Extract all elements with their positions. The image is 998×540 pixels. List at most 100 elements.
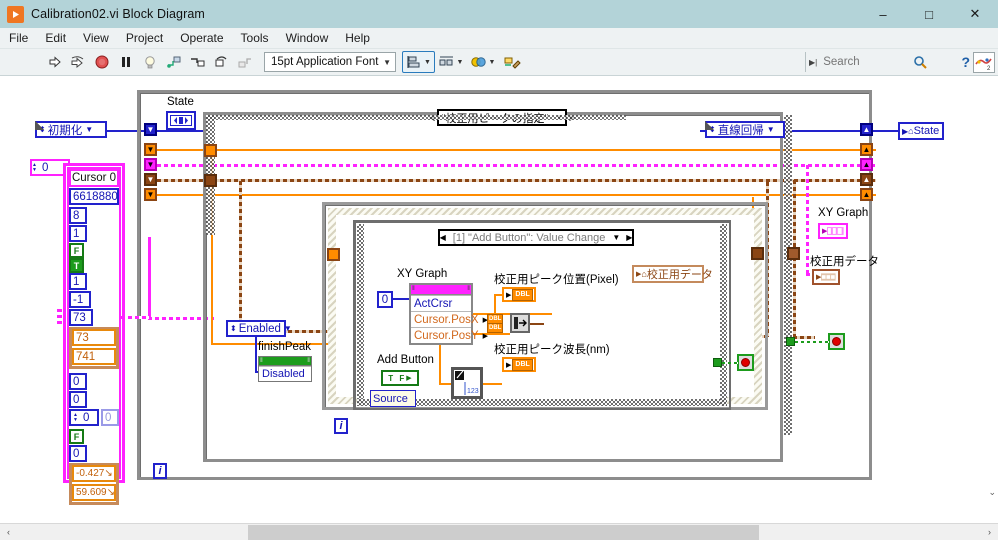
peak-pixel-dbl-terminal[interactable]: ▶ DBL [502, 287, 536, 302]
xygraph-prop-actcrsr[interactable]: ActCrsr [411, 295, 471, 311]
menu-operate[interactable]: Operate [172, 29, 231, 48]
cluster-orange-row-2[interactable]: -0.427↘ [72, 465, 116, 482]
cluster-bool-false[interactable]: F [69, 243, 84, 258]
cluster-row-5[interactable]: 73 [69, 309, 93, 326]
event-source-terminal[interactable]: Source [370, 390, 416, 407]
menu-edit[interactable]: Edit [37, 29, 74, 48]
finishpeak-property-row[interactable]: Disabled [259, 366, 311, 381]
regression-enum-constant[interactable]: ⬍ 直線回帰 ▼ [705, 121, 785, 138]
cluster-row-0[interactable]: 6618880 [69, 188, 119, 205]
reorder-icon[interactable]: ▼ [469, 52, 497, 73]
cluster-spin-constant[interactable]: ▲ ▼ 0 [69, 409, 99, 426]
shift-register-state-right[interactable] [860, 123, 873, 136]
case-tunnel-orange-bottom-left[interactable] [327, 248, 340, 261]
outer-loop-iteration-terminal[interactable]: i [153, 463, 167, 479]
case-tunnel-brown-inner[interactable] [751, 247, 764, 260]
tunnel-pink-left[interactable] [144, 158, 157, 171]
cluster-bool-true[interactable]: T [69, 258, 84, 273]
state-indicator-terminal[interactable]: ▶ ⌂ State [898, 122, 944, 140]
highlight-execution-button[interactable] [139, 52, 161, 73]
peak-wavelength-dbl-terminal[interactable]: ▶ DBL [502, 357, 536, 372]
event-prev-arrow-icon[interactable]: ◀ [437, 233, 449, 242]
xygraph-property-node[interactable]: ⦀ ⦀ ActCrsr Cursor.PosX ▶ Cursor.PosY ▶ [409, 283, 488, 345]
xygraph-prop-cursorposx[interactable]: Cursor.PosX ▶ [411, 311, 488, 327]
step-out-button[interactable] [235, 52, 257, 73]
scroll-down-arrow-icon[interactable]: ⌄ [988, 487, 996, 498]
tunnel-orange-right-1[interactable] [860, 143, 873, 156]
pause-button[interactable] [115, 52, 137, 73]
scroll-right-arrow-icon[interactable]: › [981, 524, 998, 540]
menu-project[interactable]: Project [118, 29, 171, 48]
scrollbar-track[interactable] [17, 524, 981, 540]
stop-tunnel-1[interactable] [713, 358, 722, 367]
xygraph-right-terminal[interactable]: ▶ [818, 223, 848, 239]
tunnel-brown-right[interactable] [860, 173, 873, 186]
stop-boolean-constant-1[interactable] [737, 354, 754, 371]
event-next-arrow-icon[interactable]: ▶ [623, 233, 635, 242]
menu-view[interactable]: View [75, 29, 117, 48]
distribute-objects-icon[interactable]: ▼ [437, 52, 465, 73]
menu-help[interactable]: Help [337, 29, 378, 48]
case-tunnel-orange-left[interactable] [204, 144, 217, 157]
context-help-icon[interactable]: ? [961, 54, 970, 70]
align-objects-icon[interactable]: ▼ [406, 55, 431, 70]
cluster-row-1[interactable]: 8 [69, 207, 87, 224]
cluster-row-6[interactable]: 0 [69, 373, 87, 390]
finishpeak-property-node[interactable]: ⦀ ⦀ Disabled [258, 356, 312, 382]
tunnel-orange-right-2[interactable] [860, 188, 873, 201]
block-diagram-canvas[interactable]: ◀ "校正用ピークの指定" ▼ ▶ ◀ [1] "Add Button": Va… [0, 77, 998, 517]
search-input[interactable] [821, 55, 914, 69]
run-continuously-button[interactable] [67, 52, 89, 73]
font-selector[interactable]: 15pt Application Font ▼ [264, 52, 396, 72]
cluster-row-2[interactable]: 1 [69, 225, 87, 242]
stop-tunnel-2[interactable] [786, 337, 795, 346]
chevron-down-icon[interactable]: ▼ [609, 233, 623, 242]
retain-wire-values-button[interactable] [163, 52, 185, 73]
cluster-row-8[interactable]: 0 [69, 445, 87, 462]
state-enum-control-terminal[interactable] [166, 111, 196, 130]
align-objects-group[interactable]: ▼ [402, 51, 435, 73]
step-over-button[interactable] [211, 52, 233, 73]
tunnel-orange-left-2[interactable] [144, 188, 157, 201]
menu-window[interactable]: Window [278, 29, 337, 48]
calib-data-right-terminal[interactable]: ▶ [812, 269, 840, 285]
cluster-bool-false-2[interactable]: F [69, 429, 84, 444]
tunnel-brown-left[interactable] [144, 173, 157, 186]
active-cursor-constant[interactable]: 0 [377, 291, 393, 308]
scrollbar-thumb[interactable] [248, 524, 760, 540]
cluster-orange-row-1[interactable]: 741 [72, 348, 116, 365]
bundle-cluster-node[interactable] [510, 313, 530, 333]
add-button-terminal[interactable]: T F ▶ [381, 370, 419, 386]
case-tunnel-brown-left[interactable] [204, 174, 217, 187]
ni-badge-icon[interactable]: 2 [973, 52, 995, 73]
clean-up-diagram-icon[interactable] [500, 52, 526, 73]
event-selector-label[interactable]: ◀ [1] "Add Button": Value Change ▼ ▶ [438, 229, 634, 246]
inner-loop-iteration-terminal[interactable]: i [334, 418, 348, 434]
tunnel-orange-left-1[interactable] [144, 143, 157, 156]
minimize-button[interactable]: – [860, 0, 906, 28]
abort-execution-button[interactable] [91, 52, 113, 73]
calib-data-property-node[interactable]: ▶ ⌂ 校正用データ [632, 265, 713, 283]
horizontal-scrollbar[interactable]: ‹ › [0, 523, 998, 540]
cluster-orange-row-3[interactable]: 59.609↘ [72, 484, 116, 501]
scroll-left-arrow-icon[interactable]: ‹ [0, 524, 17, 540]
cluster-row-4[interactable]: -1 [69, 291, 91, 308]
maximize-button[interactable]: □ [906, 0, 952, 28]
init-state-enum-constant[interactable]: ⬍ 初期化 ▼ [35, 121, 107, 138]
string-to-number-node[interactable]: 123 [451, 367, 483, 399]
shift-register-state-left[interactable] [144, 123, 157, 136]
case-tunnel-brown-right[interactable] [787, 247, 800, 260]
step-into-button[interactable] [187, 52, 209, 73]
cluster-row-3[interactable]: 1 [69, 273, 87, 290]
cluster-row-7[interactable]: 0 [69, 391, 87, 408]
cluster-orange-row-0[interactable]: 73 [72, 329, 116, 346]
tunnel-pink-right[interactable] [860, 158, 873, 171]
enabled-enum-constant[interactable]: ⬍ Enabled ▼ [226, 320, 292, 337]
stop-boolean-constant-2[interactable] [828, 333, 845, 350]
search-box[interactable]: ▶| [805, 52, 950, 72]
menu-tools[interactable]: Tools [233, 29, 277, 48]
close-button[interactable]: ✕ [952, 0, 998, 28]
xygraph-prop-cursorposy[interactable]: Cursor.PosY ▶ [411, 327, 488, 343]
vertical-scrollbar[interactable]: ⌄ [984, 77, 998, 500]
run-button[interactable] [43, 52, 65, 73]
